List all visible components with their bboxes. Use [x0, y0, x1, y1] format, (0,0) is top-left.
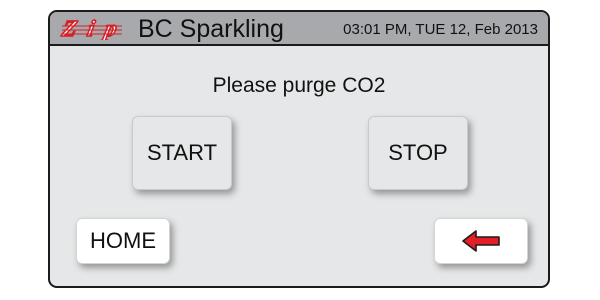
start-button-label: START [146, 140, 218, 165]
left-arrow-icon [462, 230, 500, 252]
home-button-label: HOME [90, 228, 156, 253]
start-button[interactable]: START [132, 116, 232, 190]
svg-text:Zip: Zip [60, 18, 119, 40]
title-bar: Zip Zip BC Sparkling 03:01 PM, TUE 12, F… [50, 12, 548, 46]
stop-button-label: STOP [388, 140, 448, 165]
stop-button[interactable]: STOP [368, 116, 468, 190]
status-prompt: Please purge CO2 [212, 74, 386, 97]
app-title: BC Sparkling [138, 15, 284, 43]
datetime-display: 03:01 PM, TUE 12, Feb 2013 [343, 21, 538, 38]
back-button[interactable] [434, 218, 528, 264]
zip-logo: Zip Zip [60, 18, 122, 40]
home-button[interactable]: HOME [76, 218, 170, 264]
device-screen: Zip Zip BC Sparkling 03:01 PM, TUE 12, F… [48, 10, 550, 288]
